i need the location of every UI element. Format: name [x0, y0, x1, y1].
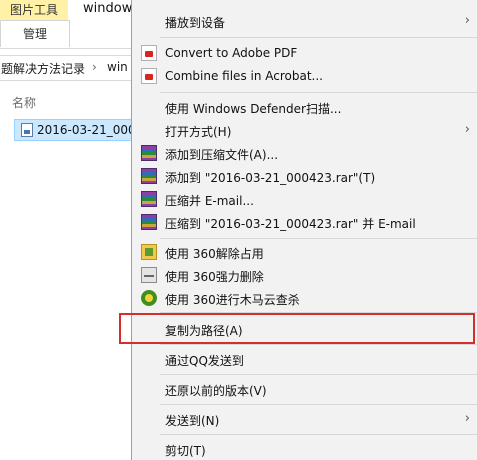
menu-separator [160, 92, 477, 93]
menu-item-label: 发送到(N) [165, 414, 220, 428]
menu-item-label: 添加到 "2016-03-21_000423.rar"(T) [165, 171, 376, 185]
menu-item-label: 播放到设备 [165, 16, 226, 30]
menu-separator [160, 404, 477, 405]
menu-item-cut[interactable]: 剪切(T) [132, 438, 477, 460]
menu-item-defender-scan[interactable]: 使用 Windows Defender扫描... [132, 96, 477, 118]
breadcrumb-segment[interactable]: win [107, 60, 128, 74]
menu-separator [160, 344, 477, 345]
menu-item-compress-rar-and-email[interactable]: 压缩到 "2016-03-21_000423.rar" 并 E-mail [132, 211, 477, 233]
menu-item-360-trojan-scan[interactable]: 使用 360进行木马云查杀 [132, 287, 477, 309]
menu-item-send-to[interactable]: 发送到(N) › [132, 408, 477, 430]
menu-item-add-to-rar[interactable]: 添加到 "2016-03-21_000423.rar"(T) [132, 165, 477, 187]
menu-item-compress-and-email[interactable]: 压缩并 E-mail... [132, 188, 477, 210]
submenu-arrow-icon: › [464, 122, 470, 137]
menu-item-label: 剪切(T) [165, 444, 206, 458]
tab-manage[interactable]: 管理 [0, 20, 70, 47]
menu-item-label: 复制为路径(A) [165, 324, 243, 338]
menu-separator [160, 434, 477, 435]
menu-item-label: Combine files in Acrobat... [165, 69, 323, 83]
menu-item-360-unlock[interactable]: 使用 360解除占用 [132, 241, 477, 263]
menu-item-convert-to-pdf[interactable]: Convert to Adobe PDF [132, 42, 477, 64]
menu-item-label: 压缩并 E-mail... [165, 194, 254, 208]
menu-item-360-force-delete[interactable]: 使用 360强力删除 [132, 264, 477, 286]
column-header-name[interactable]: 名称 [12, 94, 36, 111]
window-title: window [83, 1, 133, 16]
360-unlock-icon [141, 244, 157, 260]
image-file-icon [21, 123, 33, 137]
menu-item-combine-in-acrobat[interactable]: Combine files in Acrobat... [132, 65, 477, 87]
menu-item-label: 打开方式(H) [165, 125, 232, 139]
menu-item-label: 使用 360强力删除 [165, 270, 264, 284]
360-security-icon [141, 290, 157, 306]
menu-item-cast-to-device[interactable]: 播放到设备 › [132, 10, 477, 32]
menu-item-restore-previous-versions[interactable]: 还原以前的版本(V) [132, 378, 477, 400]
winrar-icon [141, 191, 157, 207]
breadcrumb-separator-icon[interactable]: › [92, 60, 97, 74]
menu-item-label: 还原以前的版本(V) [165, 384, 267, 398]
menu-item-open-with[interactable]: 打开方式(H) › [132, 119, 477, 141]
menu-item-send-via-qq[interactable]: 通过QQ发送到 [132, 348, 477, 370]
winrar-icon [141, 145, 157, 161]
menu-separator [160, 37, 477, 38]
file-list-item-selected[interactable]: 2016-03-21_0004 [14, 119, 143, 141]
360-shredder-icon [141, 267, 157, 283]
menu-item-label: 使用 360进行木马云查杀 [165, 293, 300, 307]
submenu-arrow-icon: › [464, 411, 470, 426]
winrar-icon [141, 214, 157, 230]
file-name: 2016-03-21_0004 [37, 123, 144, 137]
menu-separator [160, 312, 477, 313]
menu-item-label: Convert to Adobe PDF [165, 46, 298, 60]
picture-tools-contextual-tab[interactable]: 图片工具 [0, 0, 68, 21]
winrar-icon [141, 168, 157, 184]
menu-item-copy-as-path[interactable]: 复制为路径(A) [132, 318, 477, 340]
menu-item-label: 使用 360解除占用 [165, 247, 264, 261]
context-menu: 播放到设备 › Convert to Adobe PDF Combine fil… [131, 0, 477, 460]
submenu-arrow-icon: › [464, 13, 470, 28]
menu-item-add-to-archive[interactable]: 添加到压缩文件(A)... [132, 142, 477, 164]
adobe-acrobat-icon [141, 68, 157, 84]
menu-item-label: 添加到压缩文件(A)... [165, 148, 279, 162]
menu-item-label: 通过QQ发送到 [165, 354, 244, 368]
menu-separator [160, 238, 477, 239]
menu-separator [160, 374, 477, 375]
breadcrumb-segment[interactable]: 题解决方法记录 [1, 60, 85, 77]
menu-item-label: 压缩到 "2016-03-21_000423.rar" 并 E-mail [165, 217, 416, 231]
adobe-pdf-icon [141, 45, 157, 61]
menu-item-label: 使用 Windows Defender扫描... [165, 102, 342, 116]
